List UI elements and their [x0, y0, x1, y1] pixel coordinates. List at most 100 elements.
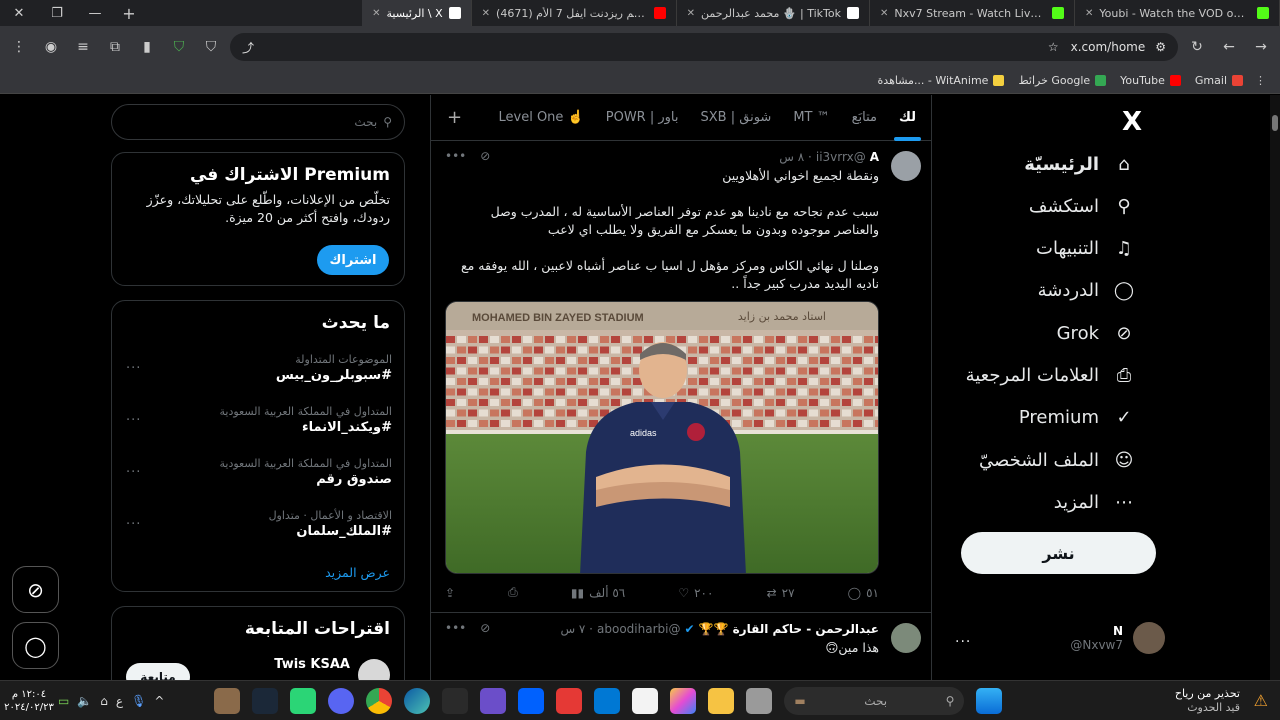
app-green-icon[interactable] [290, 687, 317, 714]
timeline-tab[interactable]: Level One ☝️ [490, 95, 593, 141]
taskbar-clock[interactable]: ١٢:٠٤ م ٢٠٢٤/٠٢/٢٣ [0, 688, 58, 714]
bookmark-item[interactable]: YouTube [1120, 74, 1181, 87]
close-window-icon[interactable]: ✕ [0, 0, 38, 26]
windows-start-icon[interactable] [976, 687, 1003, 714]
grok-icon[interactable]: ⊘ [480, 149, 490, 163]
timeline-tab[interactable]: MT ™ [784, 95, 838, 141]
app-gray-icon[interactable] [746, 687, 773, 714]
shield-icon[interactable]: ⛉ [166, 34, 192, 60]
trend-item[interactable]: الاقتصاد و الأعمال · متداول #الملك_سلمان.… [112, 509, 406, 553]
star-icon[interactable]: ☆ [1048, 40, 1059, 54]
extension-icon[interactable]: ▮ [134, 34, 160, 60]
trend-more-icon[interactable]: ... [126, 513, 141, 528]
profile-avatar-icon[interactable]: ◉ [38, 34, 64, 60]
follow-name[interactable]: Twis KSAA [274, 657, 350, 672]
follow-avatar[interactable] [358, 659, 390, 680]
share-icon[interactable]: ⤴ [242, 39, 254, 56]
game-app-icon[interactable] [214, 687, 241, 714]
search-input[interactable]: بحث ⚲ [111, 104, 405, 140]
browser-tab[interactable]: ✕ Youbi - Watch the VOD on Kick [1075, 0, 1280, 26]
restore-window-icon[interactable]: ❐ [38, 0, 76, 26]
bookmarks-more-icon[interactable]: ⋮ [1255, 74, 1266, 87]
views-button[interactable]: ▮▮ ٥٦ ألف [571, 585, 625, 600]
nav-item[interactable]: Grok ⊘ [1057, 322, 1135, 344]
volume-icon[interactable]: 🔈 [77, 694, 92, 708]
taskbar-search[interactable]: ▬ بحث ⚲ [784, 686, 965, 715]
subscribe-button[interactable]: اشتراك [317, 245, 389, 275]
tweet-handle[interactable]: @aboodiharbi [597, 622, 680, 636]
tweet-author-name[interactable]: A [870, 150, 879, 164]
trend-more-icon[interactable]: ... [126, 409, 141, 424]
copilot-icon[interactable] [670, 687, 697, 714]
follow-button[interactable]: متابعة [126, 663, 190, 680]
close-tab-icon[interactable]: ✕ [687, 8, 695, 19]
nav-item[interactable]: المزيد ⋯ [1054, 491, 1135, 513]
messages-floating-button[interactable]: ◯ [12, 622, 59, 669]
shield-outline-icon[interactable]: ⛉ [198, 34, 224, 60]
language-indicator[interactable]: ع [116, 694, 123, 708]
nav-item[interactable]: استكشف ⚲ [1029, 195, 1135, 217]
nav-item[interactable]: العلامات المرجعية ⎙ [966, 365, 1135, 387]
microphone-icon[interactable]: 🎙 [131, 694, 146, 708]
grok-floating-button[interactable]: ⊘ [12, 566, 59, 613]
close-tab-icon[interactable]: ✕ [880, 8, 888, 19]
browser-tab[interactable]: ✕ الرئيسية \ X [362, 0, 472, 26]
scrollbar-thumb[interactable] [1272, 115, 1278, 131]
trend-item[interactable]: الموضوعات المتداولة #سبوبلر_ون_بيس... [112, 353, 406, 397]
trend-item[interactable]: المتداول في المملكة العربية السعودية صندو… [112, 457, 406, 501]
epic-games-icon[interactable] [442, 687, 469, 714]
file-explorer-icon[interactable] [708, 687, 735, 714]
app-purple-icon[interactable] [480, 687, 507, 714]
battery-icon[interactable]: ▭ [58, 694, 69, 708]
edge-icon[interactable] [404, 687, 431, 714]
close-tab-icon[interactable]: ✕ [1085, 8, 1093, 19]
warning-icon[interactable]: ⚠ [1254, 691, 1268, 710]
bookmark-item[interactable]: مشاهدة... - WitAnime [878, 74, 1005, 87]
weather-notification[interactable]: تحذير من رياح قيد الحدوث [1175, 687, 1240, 715]
network-icon[interactable]: ⌂ [100, 694, 108, 708]
tweet-more-icon[interactable]: ••• [445, 149, 466, 163]
media-icon[interactable]: ≡ [70, 34, 96, 60]
forward-icon[interactable]: → [1248, 34, 1274, 60]
new-tab-button[interactable]: + [114, 4, 144, 23]
nav-item[interactable]: Premium ✓ [1019, 407, 1135, 429]
tweet-avatar[interactable] [891, 151, 921, 181]
bookmark-tweet-button[interactable]: ⎙ [508, 585, 518, 600]
steam-icon[interactable] [252, 687, 279, 714]
bookmark-item[interactable]: Gmail [1195, 74, 1243, 87]
page-scrollbar[interactable] [1270, 95, 1280, 680]
chrome-icon[interactable] [366, 687, 393, 714]
timeline-tab[interactable]: POWR | باور [597, 95, 688, 141]
add-timeline-tab-button[interactable]: + [437, 107, 472, 128]
minimize-window-icon[interactable]: — [76, 0, 114, 26]
tweet-time[interactable]: · ٧ س [560, 622, 593, 636]
nav-item[interactable]: الملف الشخصيّ ☺ [979, 449, 1135, 471]
app-red-icon[interactable] [556, 687, 583, 714]
timeline-tab[interactable]: لك [890, 95, 925, 141]
nav-item[interactable]: التنبيهات ♫ [1036, 238, 1135, 260]
tweet[interactable]: عبدالرحمن - حاكم القارة 🏆🏆 ✔ @aboodiharb… [431, 613, 931, 680]
trend-more-icon[interactable]: ... [126, 461, 141, 476]
tweet-handle[interactable]: @ii3vrrx [816, 150, 866, 164]
trend-item[interactable]: المتداول في المملكة العربية السعودية #ويك… [112, 405, 406, 449]
dropbox-icon[interactable] [518, 687, 545, 714]
extensions-icon[interactable]: ⧉ [102, 34, 128, 60]
tweet-time[interactable]: · ٨ س [779, 150, 812, 164]
discord-icon[interactable] [328, 687, 355, 714]
outlook-icon[interactable] [594, 687, 621, 714]
show-more-link[interactable]: عرض المزيد [325, 565, 390, 580]
close-tab-icon[interactable]: ✕ [372, 8, 380, 19]
back-icon[interactable]: ← [1216, 34, 1242, 60]
share-tweet-button[interactable]: ⇪ [445, 585, 455, 600]
x-logo-icon[interactable]: X [1122, 107, 1142, 137]
post-button[interactable]: نشر [961, 532, 1156, 574]
tweet-avatar[interactable] [891, 623, 921, 653]
reload-icon[interactable]: ↻ [1184, 34, 1210, 60]
repost-button[interactable]: ⇄ ٢٧ [767, 585, 795, 600]
site-settings-icon[interactable]: ⚙ [1155, 40, 1166, 54]
browser-tab[interactable]: ✕ (4671) تختيم ريزدنت ايفل 7 الأم... [472, 0, 677, 26]
nav-item[interactable]: الدردشة ◯ [1038, 280, 1135, 302]
store-icon[interactable] [632, 687, 659, 714]
tweet[interactable]: A @ii3vrrx · ٨ س ••• ⊘ ونقطة لجميع اخوان… [431, 141, 931, 613]
reply-button[interactable]: ◯ ٥١ [848, 585, 879, 600]
